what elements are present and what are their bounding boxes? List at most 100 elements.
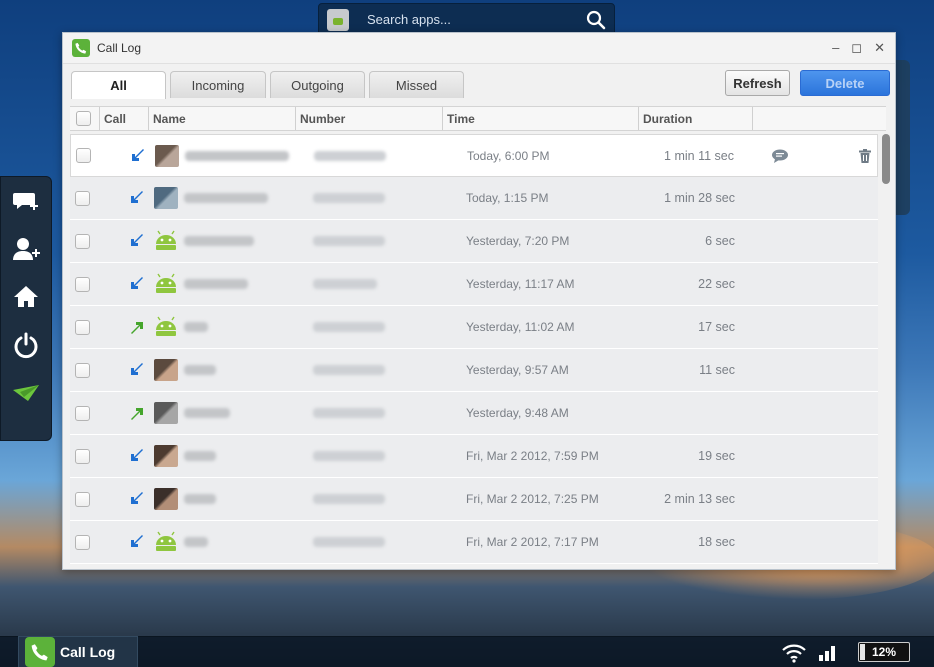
dock-add-contact[interactable] — [1, 225, 51, 273]
row-checkbox[interactable] — [75, 233, 90, 249]
outgoing-call-icon — [131, 322, 143, 334]
tab-incoming[interactable]: Incoming — [170, 71, 266, 98]
call-time: Yesterday, 11:02 AM — [466, 320, 575, 334]
dock-power[interactable] — [1, 321, 51, 369]
search-input[interactable] — [367, 12, 577, 27]
incoming-call-icon — [131, 449, 143, 461]
market-bag-icon — [327, 8, 349, 31]
delete-button[interactable]: Delete — [800, 70, 890, 96]
table-row[interactable]: Fri, Mar 2 2012, 7:59 PM 19 sec — [70, 435, 878, 478]
window-titlebar[interactable]: Call Log – ◻ ✕ — [63, 33, 895, 64]
refresh-button[interactable]: Refresh — [725, 70, 790, 96]
tab-missed[interactable]: Missed — [369, 71, 464, 98]
tab-outgoing[interactable]: Outgoing — [270, 71, 365, 98]
table-row[interactable]: Yesterday, 11:02 AM 17 sec — [70, 306, 878, 349]
toolbar: All Incoming Outgoing Missed Refresh Del… — [63, 64, 895, 104]
contact-name-redacted — [184, 451, 216, 461]
row-checkbox[interactable] — [75, 534, 90, 550]
call-time: Yesterday, 9:48 AM — [466, 406, 569, 420]
contact-name-redacted — [184, 408, 230, 418]
phone-number-redacted — [313, 494, 385, 504]
call-duration: 11 sec — [699, 363, 735, 377]
table-row[interactable]: Today, 1:15 PM 1 min 28 sec — [70, 177, 878, 220]
minimize-icon[interactable]: – — [832, 40, 839, 56]
row-checkbox[interactable] — [75, 448, 90, 464]
table-row[interactable]: Yesterday, 7:20 PM 6 sec — [70, 220, 878, 263]
phone-number-redacted — [313, 408, 385, 418]
search-icon[interactable] — [586, 10, 606, 30]
call-time: Yesterday, 9:57 AM — [466, 363, 569, 377]
trash-icon[interactable] — [859, 149, 871, 163]
taskbar-app-label: Call Log — [60, 644, 116, 660]
message-icon[interactable] — [771, 149, 789, 163]
col-duration[interactable]: Duration — [639, 107, 753, 130]
window-title: Call Log — [97, 41, 142, 55]
table-row[interactable]: Fri, Mar 2 2012, 7:17 PM 18 sec — [70, 521, 878, 564]
call-list: Today, 6:00 PM 1 min 11 sec Today, 1:15 PM… — [70, 134, 878, 570]
dock-airdroid[interactable] — [1, 369, 51, 417]
taskbar: Call Log 12% — [0, 636, 934, 667]
select-all-checkbox[interactable] — [76, 111, 91, 126]
maximize-icon[interactable]: ◻ — [851, 40, 862, 56]
call-duration: 6 sec — [705, 234, 735, 248]
phone-number-redacted — [313, 236, 385, 246]
call-time: Fri, Mar 2 2012, 7:59 PM — [466, 449, 599, 463]
call-time: Yesterday, 7:20 PM — [466, 234, 570, 248]
scrollbar[interactable] — [882, 134, 890, 184]
close-icon[interactable]: ✕ — [874, 40, 885, 56]
taskbar-call-log[interactable]: Call Log — [18, 636, 138, 667]
tab-all[interactable]: All — [71, 71, 166, 99]
phone-app-icon — [25, 637, 55, 667]
android-avatar-icon — [154, 273, 178, 295]
call-duration: 1 min 28 sec — [664, 191, 735, 205]
row-checkbox[interactable] — [75, 190, 90, 206]
row-checkbox[interactable] — [75, 276, 90, 292]
home-icon — [14, 286, 38, 307]
phone-number-redacted — [314, 151, 386, 161]
incoming-call-icon — [131, 234, 143, 246]
incoming-call-icon — [131, 277, 143, 289]
col-name[interactable]: Name — [149, 107, 296, 130]
android-avatar-icon — [154, 316, 178, 338]
table-row[interactable]: Yesterday, 11:17 AM 22 sec — [70, 263, 878, 306]
contact-name-redacted — [184, 537, 208, 547]
table-row[interactable]: Fri, Mar 2 2012, 7:25 PM 2 min 13 sec — [70, 478, 878, 521]
call-duration: 22 sec — [698, 277, 735, 291]
call-time: Today, 1:15 PM — [466, 191, 549, 205]
row-checkbox[interactable] — [75, 319, 90, 335]
contact-name-redacted — [184, 322, 208, 332]
call-log-window: Call Log – ◻ ✕ All Incoming Outgoing Mis… — [62, 32, 896, 570]
contact-photo — [154, 187, 178, 209]
phone-app-icon — [72, 39, 90, 57]
table-row[interactable]: Today, 6:00 PM 1 min 11 sec — [70, 134, 878, 177]
call-time: Fri, Mar 2 2012, 7:25 PM — [466, 492, 599, 506]
row-checkbox[interactable] — [76, 148, 91, 163]
col-actions — [753, 107, 886, 130]
phone-number-redacted — [313, 451, 385, 461]
incoming-call-icon — [132, 149, 144, 161]
contact-photo — [154, 488, 178, 510]
incoming-call-icon — [131, 363, 143, 375]
table-row[interactable]: Yesterday, 9:57 AM 11 sec — [70, 349, 878, 392]
table-row[interactable]: Yesterday, 9:48 AM — [70, 392, 878, 435]
col-number[interactable]: Number — [296, 107, 443, 130]
col-time[interactable]: Time — [443, 107, 639, 130]
row-checkbox[interactable] — [75, 362, 90, 378]
phone-number-redacted — [313, 193, 385, 203]
row-checkbox[interactable] — [75, 491, 90, 507]
call-time: Fri, Mar 2 2012, 7:17 PM — [466, 535, 599, 549]
add-contact-icon — [13, 238, 40, 260]
phone-number-redacted — [313, 365, 385, 375]
dock-home[interactable] — [1, 273, 51, 321]
wifi-icon — [782, 644, 806, 663]
outgoing-call-icon — [131, 408, 143, 420]
call-duration: 1 min 11 sec — [664, 149, 734, 163]
call-duration: 19 sec — [698, 449, 735, 463]
call-time: Today, 6:00 PM — [467, 149, 550, 163]
dock-new-message[interactable] — [1, 177, 51, 225]
paper-plane-icon — [13, 385, 39, 401]
select-all-cell — [70, 107, 100, 130]
row-checkbox[interactable] — [75, 405, 90, 421]
phone-number-redacted — [313, 322, 385, 332]
col-call[interactable]: Call — [100, 107, 149, 130]
